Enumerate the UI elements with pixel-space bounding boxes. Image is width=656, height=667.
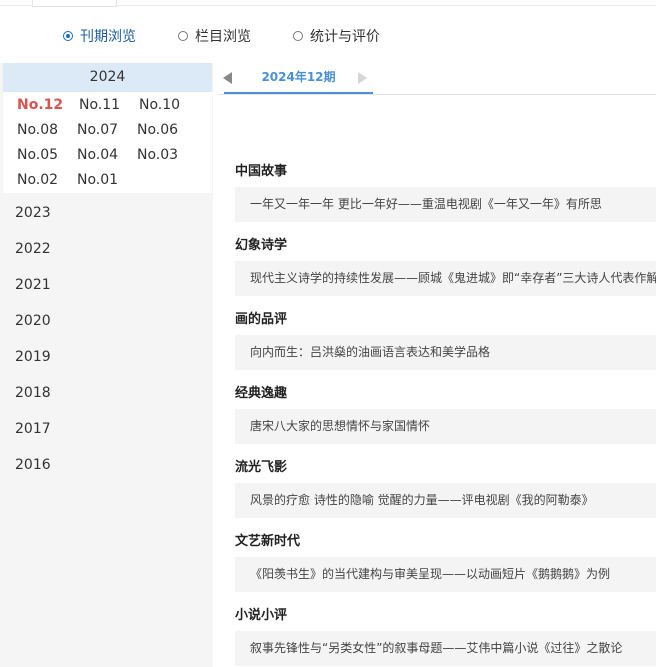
issue-link[interactable]: No.07 [77, 122, 118, 138]
issue-link[interactable]: No.04 [77, 147, 118, 163]
tab-current-issue[interactable]: 2024年12期 [224, 63, 373, 94]
article-link[interactable]: 向内而生：吕洪燊的油画语言表达和美学品格 [235, 335, 656, 370]
issue-grid: No.12 No.11 No.10 No.08 No.07 No.06 No.0… [3, 92, 212, 193]
radio-stats[interactable]: 统计与评价 [293, 26, 380, 46]
article-link[interactable]: 风景的疗愈 诗性的隐喻 觉醒的力量——评电视剧《我的阿勒泰》 [235, 483, 656, 518]
radio-column-browse[interactable]: 栏目浏览 [178, 26, 251, 46]
year-link[interactable]: 2018 [15, 385, 51, 401]
year-link[interactable]: 2019 [15, 349, 51, 365]
issue-link[interactable]: No.11 [79, 97, 120, 113]
year-link[interactable]: 2017 [15, 421, 51, 437]
issue-link[interactable]: No.03 [137, 147, 178, 163]
year-link[interactable]: 2020 [15, 313, 51, 329]
article-link[interactable]: 一年又一年一年 更比一年好——重温电视剧《一年又一年》有所思 [235, 187, 656, 222]
radio-label: 统计与评价 [310, 29, 380, 45]
year-link[interactable]: 2016 [15, 457, 51, 473]
radio-label: 栏目浏览 [195, 29, 251, 45]
year-2024-header[interactable]: 2024 [3, 63, 212, 92]
issue-link[interactable]: No.02 [17, 172, 58, 188]
browse-mode-group: 刊期浏览 栏目浏览 统计与评价 [63, 26, 422, 46]
next-arrow-icon[interactable] [358, 72, 367, 84]
issue-link[interactable]: No.01 [77, 172, 118, 188]
top-tab-gap [33, 5, 115, 6]
article-link[interactable]: 唐宋八大家的思想情怀与家国情怀 [235, 409, 656, 444]
section-title: 小说小评 [235, 608, 288, 623]
radio-dot-icon [63, 31, 73, 41]
year-link[interactable]: 2021 [15, 277, 51, 293]
issue-link[interactable]: No.10 [139, 97, 180, 113]
issue-link[interactable]: No.12 [17, 97, 63, 113]
article-link[interactable]: 叙事先锋性与“另类女性”的叙事母题——艾伟中篇小说《过往》之散论 [235, 631, 656, 666]
article-link[interactable]: 现代主义诗学的持续性发展——顾城《鬼进城》即“幸存者”三大诗人代表作解 [235, 261, 656, 296]
issue-link[interactable]: No.06 [137, 122, 178, 138]
issue-tab-bar: 2024年12期 [218, 63, 656, 95]
radio-issue-browse[interactable]: 刊期浏览 [63, 26, 136, 46]
issue-link[interactable]: No.08 [17, 122, 58, 138]
year-link[interactable]: 2023 [15, 205, 51, 221]
section-title: 画的品评 [235, 312, 288, 327]
section-title: 幻象诗学 [235, 238, 288, 253]
radio-label: 刊期浏览 [80, 29, 136, 45]
issue-link[interactable]: No.05 [17, 147, 58, 163]
section-title: 文艺新时代 [235, 534, 301, 549]
radio-dot-icon [293, 31, 303, 41]
article-link[interactable]: 《阳羡书生》的当代建构与审美呈现——以动画短片《鹅鹅鹅》为例 [235, 557, 656, 592]
section-title: 流光飞影 [235, 460, 288, 475]
section-title: 经典逸趣 [235, 386, 288, 401]
section-title: 中国故事 [235, 164, 288, 179]
radio-dot-icon [178, 31, 188, 41]
year-link[interactable]: 2022 [15, 241, 51, 257]
sidebar: 2024 No.12 No.11 No.10 No.08 No.07 No.06… [0, 63, 213, 667]
